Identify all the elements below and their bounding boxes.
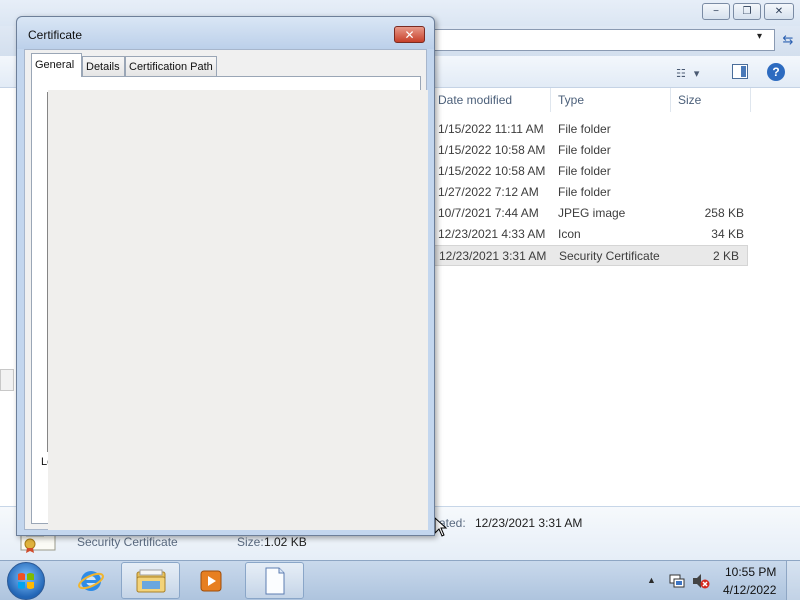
document-icon [265, 567, 284, 594]
file-date: 12/23/2021 4:33 AM [438, 227, 546, 241]
details-file-type: Security Certificate [77, 535, 178, 549]
dialog-close-button[interactable]: ✕ [394, 26, 425, 43]
scrollbar-thumb[interactable] [0, 369, 14, 391]
column-header-type[interactable]: Type [558, 93, 584, 107]
file-row[interactable]: 1/27/2022 7:12 AM File folder [432, 182, 752, 203]
file-size: 258 KB [704, 206, 744, 220]
minimize-button[interactable]: − [702, 3, 730, 20]
taskbar-media-player[interactable] [181, 562, 240, 599]
close-button[interactable]: ✕ [764, 3, 794, 20]
views-icon: ☷ [676, 67, 686, 80]
help-icon[interactable]: ? [767, 63, 785, 81]
show-hidden-icons-button[interactable]: ▲ [647, 575, 656, 585]
internet-explorer-icon [77, 570, 104, 591]
details-size-label: Size: [237, 535, 264, 549]
file-row[interactable]: 10/7/2021 7:44 AM JPEG image 258 KB [432, 203, 752, 224]
file-date: 1/27/2022 7:12 AM [438, 185, 539, 199]
change-view-button[interactable]: ☷ ▾ [676, 65, 714, 81]
taskbar-windows-explorer[interactable] [121, 562, 180, 599]
tab-details[interactable]: Details [82, 56, 125, 77]
mouse-cursor-icon [434, 517, 448, 537]
refresh-icon[interactable]: ⇆ [777, 29, 799, 51]
file-size: 2 KB [712, 249, 739, 263]
details-created-value: 12/23/2021 3:31 AM [475, 516, 583, 530]
file-size: 34 KB [711, 227, 744, 241]
address-dropdown-icon[interactable]: ▾ [757, 31, 762, 42]
media-player-icon [200, 570, 221, 591]
column-header-date[interactable]: Date modified [438, 93, 512, 107]
file-type: File folder [558, 185, 611, 199]
taskbar: ▲ [0, 560, 800, 600]
preview-pane-button[interactable] [732, 64, 748, 79]
dialog-titlebar[interactable]: Certificate ✕ [17, 17, 434, 49]
clock-date[interactable]: 4/12/2022 [723, 583, 776, 597]
network-icon[interactable] [669, 573, 685, 589]
file-row[interactable]: 1/15/2022 10:58 AM File folder [432, 161, 752, 182]
folder-icon [136, 569, 165, 592]
clock-time[interactable]: 10:55 PM [725, 565, 776, 579]
taskbar-certificate-window[interactable] [245, 562, 304, 599]
file-date: 10/7/2021 7:44 AM [438, 206, 539, 220]
file-date: 1/15/2022 10:58 AM [438, 143, 546, 157]
tab-certification-path[interactable]: Certification Path [125, 56, 217, 77]
file-row[interactable]: 1/15/2022 10:58 AM File folder [432, 140, 752, 161]
unrendered-content-area [48, 90, 428, 530]
file-list: 1/15/2022 11:11 AM File folder 1/15/2022… [432, 119, 752, 266]
file-date: 12/23/2021 3:31 AM [439, 249, 547, 263]
file-row[interactable]: 1/15/2022 11:11 AM File folder [432, 119, 752, 140]
file-row-selected[interactable]: 12/23/2021 3:31 AM Security Certificate … [434, 245, 748, 266]
tab-general[interactable]: General [31, 53, 82, 77]
file-type: File folder [558, 143, 611, 157]
volume-muted-icon[interactable] [692, 573, 710, 589]
start-button[interactable] [7, 562, 45, 600]
chevron-down-icon: ▾ [693, 67, 700, 80]
file-type: File folder [558, 164, 611, 178]
column-divider[interactable] [750, 88, 751, 112]
dialog-title: Certificate [28, 28, 83, 42]
file-type: Security Certificate [559, 249, 660, 263]
address-bar[interactable] [430, 29, 775, 51]
column-divider[interactable] [670, 88, 671, 112]
file-type: Icon [558, 227, 581, 241]
show-desktop-button[interactable] [786, 561, 800, 600]
file-type: JPEG image [558, 206, 626, 220]
windows-logo-icon [18, 573, 34, 589]
file-list-header: Date modified Type Size [432, 88, 800, 114]
column-divider[interactable] [550, 88, 551, 112]
file-type: File folder [558, 122, 611, 136]
file-row[interactable]: 12/23/2021 4:33 AM Icon 34 KB [432, 224, 752, 245]
details-size-value: 1.02 KB [264, 535, 307, 549]
taskbar-internet-explorer[interactable] [61, 562, 120, 599]
file-date: 1/15/2022 10:58 AM [438, 164, 546, 178]
maximize-button[interactable]: ❐ [733, 3, 761, 20]
file-date: 1/15/2022 11:11 AM [438, 122, 544, 136]
column-header-size[interactable]: Size [678, 93, 701, 107]
